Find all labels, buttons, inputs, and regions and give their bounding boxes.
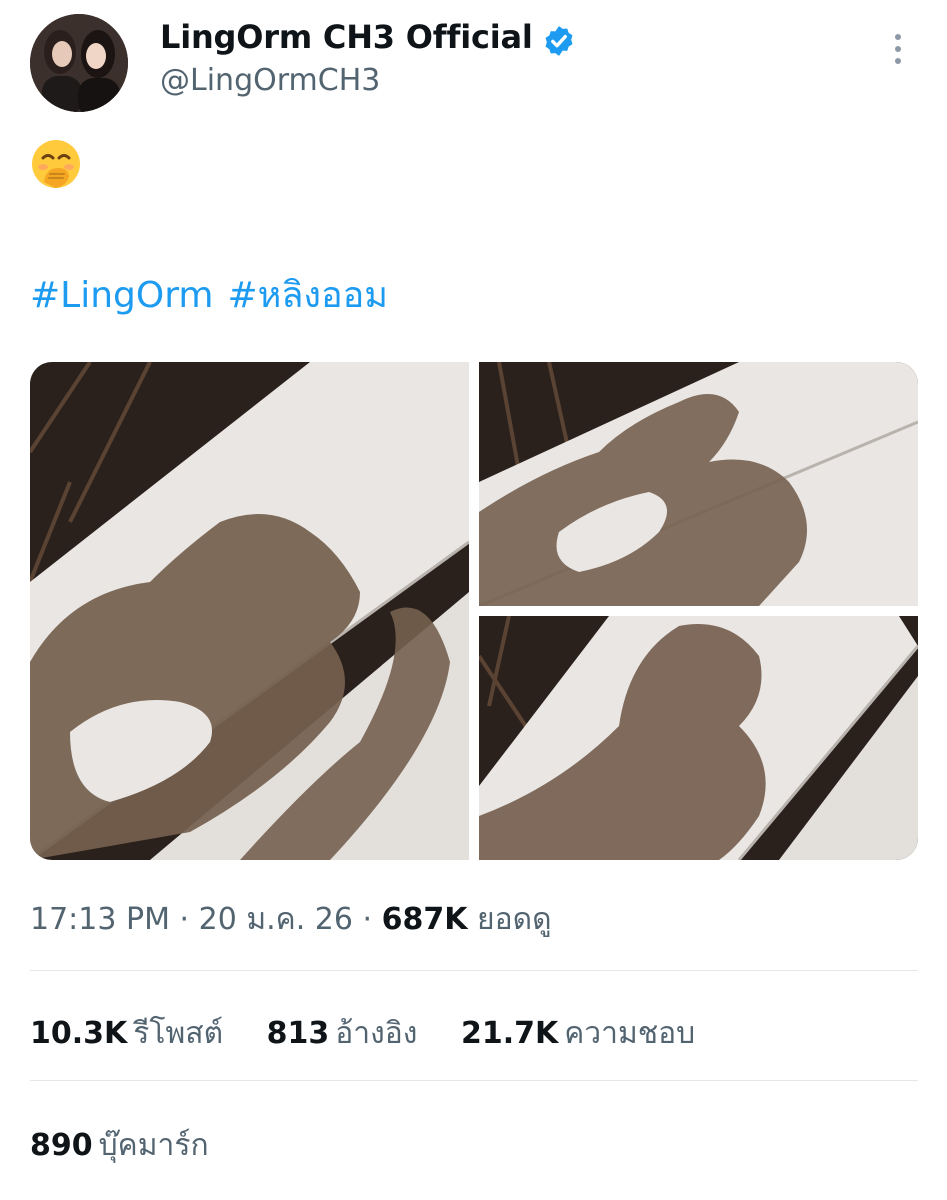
tweet-date[interactable]: 20 ม.ค. 26 [199, 902, 353, 937]
photo-2[interactable] [479, 362, 918, 606]
more-vertical-icon[interactable] [886, 34, 910, 74]
bookmarks-label: บุ๊คมาร์ก [98, 1128, 209, 1163]
quotes-stat[interactable]: 813 อ้างอิง [267, 1016, 427, 1051]
hashtag-link[interactable]: #LingOrm [30, 275, 213, 316]
reposts-label: รีโพสต์ [133, 1016, 224, 1051]
likes-stat[interactable]: 21.7K ความชอบ [461, 1016, 695, 1051]
divider [30, 970, 918, 971]
media-grid [30, 362, 918, 860]
hashtag-link[interactable]: #หลิงออม [227, 275, 388, 316]
tweet-time[interactable]: 17:13 PM [30, 902, 170, 937]
bookmarks-count: 890 [30, 1128, 93, 1163]
verified-badge-icon [545, 26, 573, 56]
user-handle[interactable]: @LingOrmCH3 [160, 63, 380, 98]
likes-label: ความชอบ [564, 1016, 696, 1051]
likes-count: 21.7K [460, 1016, 559, 1051]
bookmarks-stat[interactable]: 890 บุ๊คมาร์ก [30, 1122, 209, 1169]
quotes-count: 813 [266, 1016, 330, 1051]
hashtags: #LingOrm #หลิงออม [30, 266, 402, 323]
hand-over-mouth-emoji [32, 140, 80, 188]
reposts-count: 10.3K [30, 1016, 128, 1051]
display-name[interactable]: LingOrm CH3 Official [160, 18, 533, 56]
views-label: ยอดดู [477, 902, 552, 937]
meta-separator: · [362, 902, 373, 937]
photo-3[interactable] [479, 616, 918, 860]
tweet-meta: 17:13 PM · 20 ม.ค. 26 · 687K ยอดดู [30, 896, 552, 943]
engagement-stats: 10.3K รีโพสต์ 813 อ้างอิง 21.7K ความชอบ [30, 1010, 729, 1057]
divider [30, 1080, 918, 1081]
quotes-label: อ้างอิง [335, 1016, 418, 1051]
avatar[interactable] [30, 14, 128, 112]
meta-separator: · [179, 902, 190, 937]
reposts-stat[interactable]: 10.3K รีโพสต์ [30, 1016, 233, 1051]
photo-1[interactable] [30, 362, 469, 860]
views-count: 687K [381, 902, 468, 937]
